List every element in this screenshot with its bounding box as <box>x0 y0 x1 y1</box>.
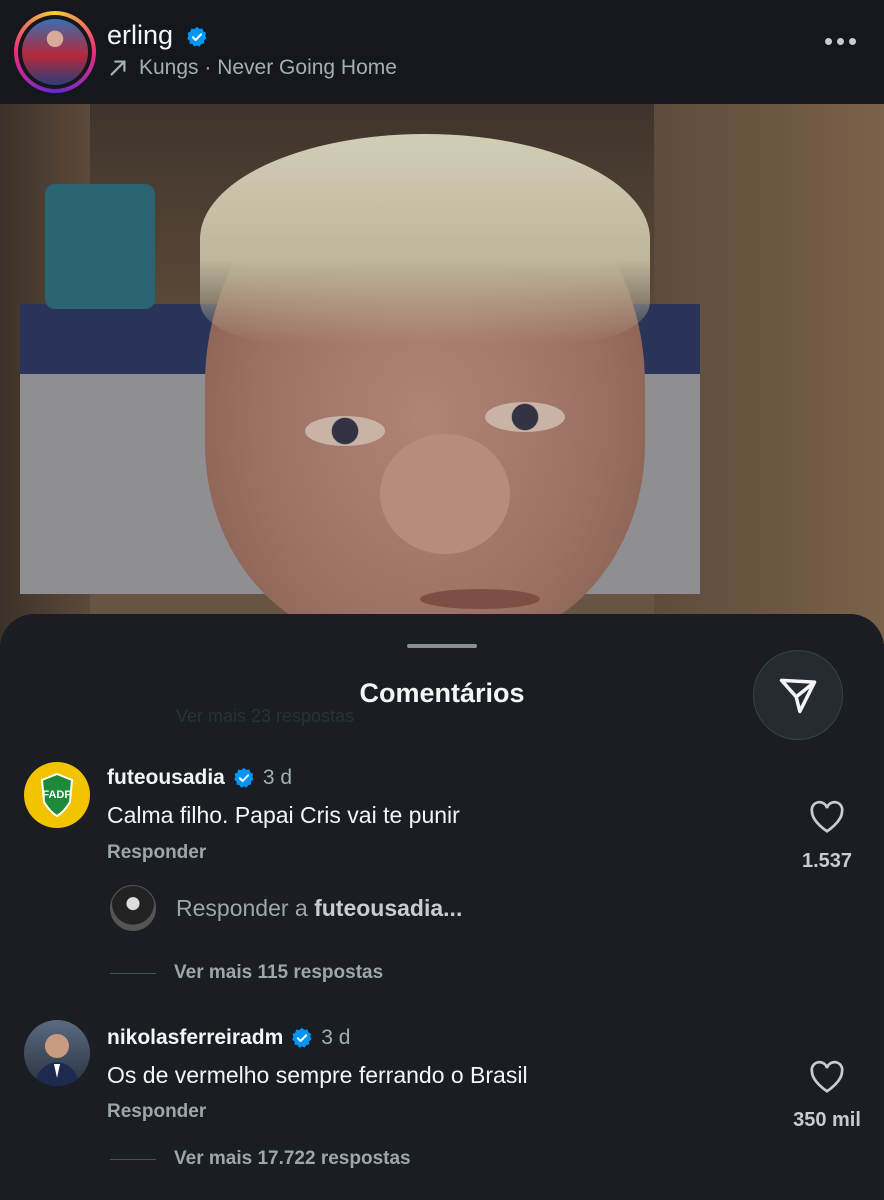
profile-picture <box>22 19 88 85</box>
comment-time: 3 d <box>321 1026 351 1049</box>
comments-sheet: Ver mais 23 respostas Comentários FADP f… <box>0 614 884 1200</box>
view-more-replies[interactable]: Ver mais 17.722 respostas <box>110 1148 411 1170</box>
music-info[interactable]: Kungs · Never Going Home <box>107 56 397 80</box>
comment-username[interactable]: futeousadia 3 d <box>107 766 292 790</box>
arrow-up-right-icon <box>110 60 126 76</box>
reply-input[interactable]: Responder a futeousadia... <box>110 885 462 931</box>
story-avatar[interactable] <box>14 11 96 93</box>
post-photo[interactable] <box>0 104 884 644</box>
comment-text: Os de vermelho sempre ferrando o Brasil <box>107 1062 528 1088</box>
username[interactable]: erling <box>107 20 173 51</box>
send-icon <box>779 678 817 714</box>
like-heart-icon[interactable] <box>809 1060 845 1094</box>
verified-icon <box>234 767 254 788</box>
music-label: Kungs · Never Going Home <box>139 56 397 79</box>
share-button[interactable] <box>753 650 843 740</box>
reply-button[interactable]: Responder <box>107 842 206 864</box>
svg-text:FADP: FADP <box>42 789 71 801</box>
ghost-text: Ver mais 23 respostas <box>176 706 355 726</box>
comment-avatar[interactable] <box>24 1020 90 1086</box>
like-count: 1.537 <box>801 850 853 872</box>
bag-shape <box>45 184 155 309</box>
comment-text: Calma filho. Papai Cris vai te punir <box>107 802 460 828</box>
comment-avatar[interactable]: FADP <box>24 762 90 828</box>
post-header: erling Kungs · Never Going Home <box>0 0 884 104</box>
my-avatar <box>110 885 156 931</box>
sheet-grabber[interactable] <box>407 644 477 648</box>
like-count: 350 mil <box>793 1109 861 1131</box>
verified-icon <box>187 26 207 47</box>
person-avatar-icon <box>34 1034 80 1086</box>
more-options-icon[interactable] <box>825 38 856 45</box>
comment-username[interactable]: nikolasferreiradm 3 d <box>107 1026 350 1050</box>
view-more-replies[interactable]: Ver mais 115 respostas <box>110 962 383 984</box>
reply-button[interactable]: Responder <box>107 1101 206 1123</box>
sheet-title: Comentários <box>359 678 525 708</box>
comment-time: 3 d <box>262 766 293 789</box>
verified-icon <box>292 1027 312 1048</box>
shield-logo-icon: FADP <box>40 772 74 818</box>
like-heart-icon[interactable] <box>809 800 845 834</box>
